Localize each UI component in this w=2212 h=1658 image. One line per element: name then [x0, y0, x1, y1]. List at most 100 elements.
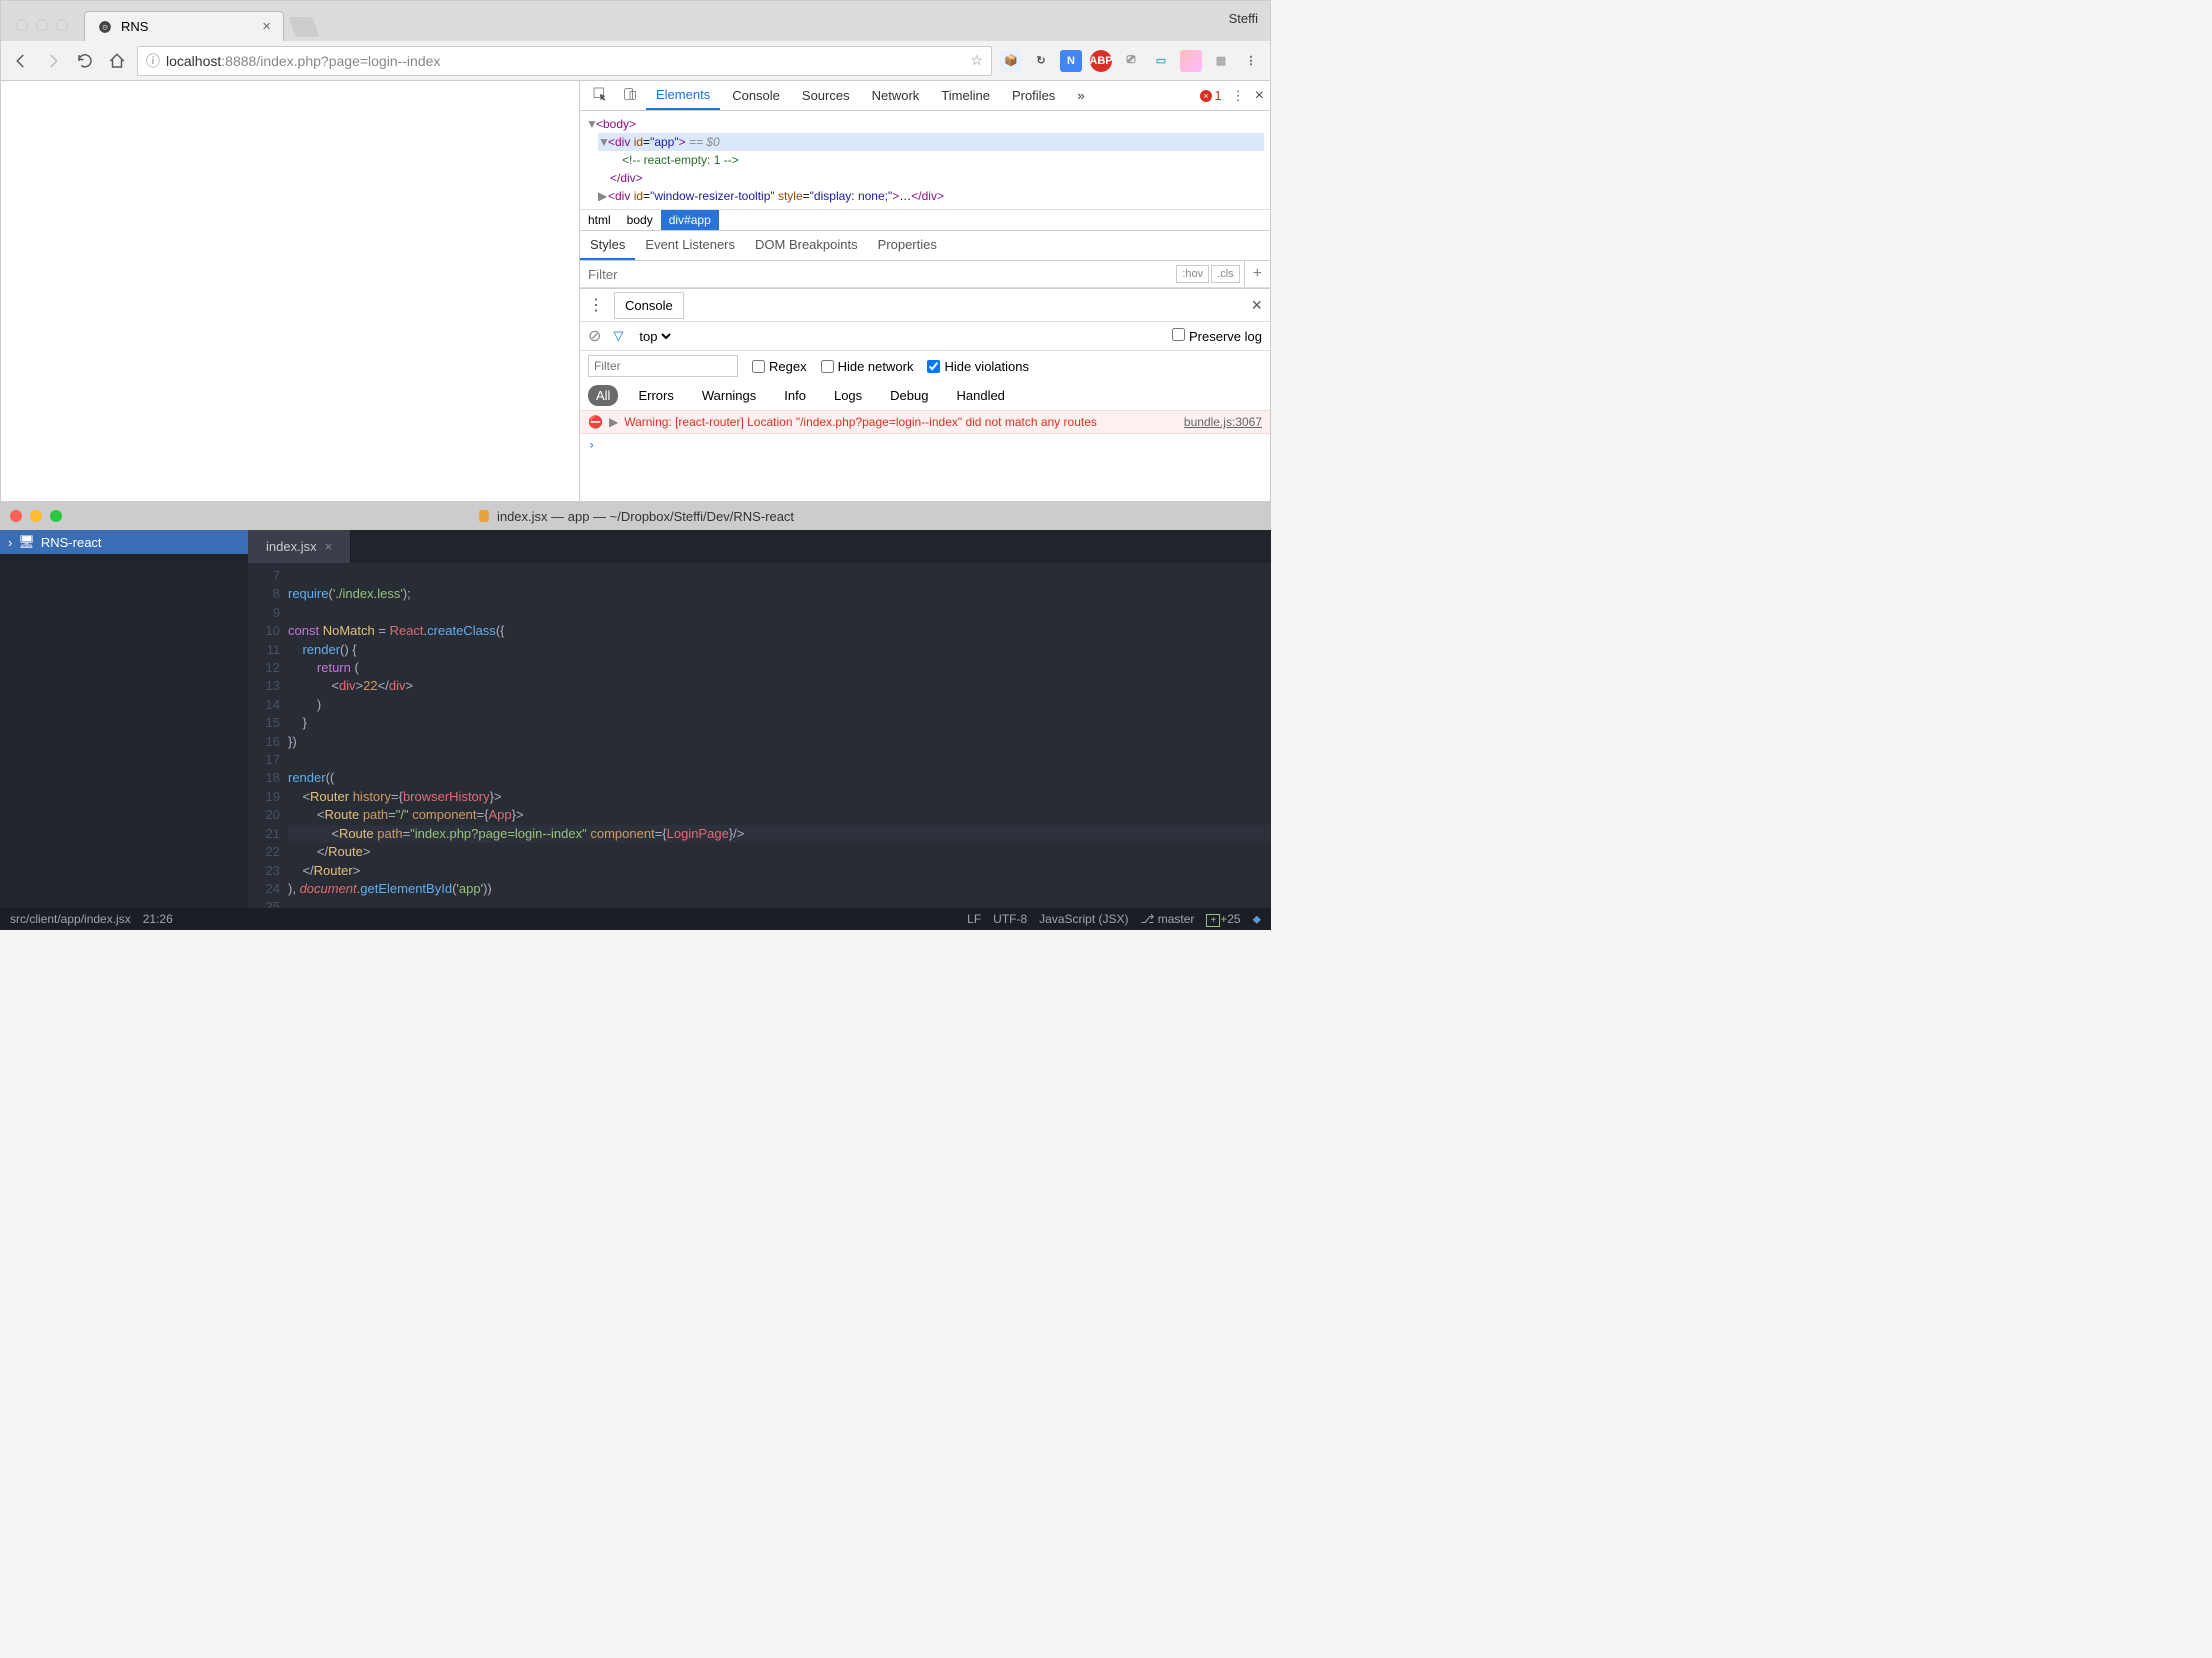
pill-logs[interactable]: Logs	[826, 385, 870, 406]
tab-properties[interactable]: Properties	[868, 231, 947, 260]
code-lines[interactable]: require('./index.less'); const NoMatch =…	[288, 563, 1271, 908]
favicon-icon: ⊙	[97, 19, 113, 35]
tab-timeline[interactable]: Timeline	[931, 82, 1000, 109]
error-source-link[interactable]: bundle.js:3067	[1184, 415, 1262, 429]
maximize-window-icon[interactable]	[50, 510, 62, 522]
console-menu-icon[interactable]: ⋮	[588, 295, 604, 315]
console-prompt[interactable]: ›	[580, 434, 1270, 456]
pill-handled[interactable]: Handled	[948, 385, 1012, 406]
styles-filter-row: :hov .cls +	[580, 261, 1270, 288]
editor-tab[interactable]: index.jsx ×	[248, 530, 351, 563]
error-count-badge[interactable]: × 1	[1200, 88, 1221, 103]
cast-icon[interactable]: ⎚	[1120, 50, 1142, 72]
extension-icon[interactable]: 📦	[1000, 50, 1022, 72]
status-language-mode[interactable]: JavaScript (JSX)	[1039, 912, 1128, 926]
address-bar[interactable]: ⓘ localhost:8888/index.php?page=login--i…	[137, 46, 992, 76]
editor-titlebar: index.jsx — app — ~/Dropbox/Steffi/Dev/R…	[0, 502, 1271, 530]
clear-console-icon[interactable]: ⊘	[588, 326, 601, 346]
error-icon: ⛔	[588, 415, 603, 429]
console-error-row[interactable]: ⛔ ▶ Warning: [react-router] Location "/i…	[580, 410, 1270, 434]
breadcrumb-item[interactable]: html	[580, 210, 619, 230]
hide-network-checkbox[interactable]: Hide network	[821, 359, 914, 374]
breadcrumb-item[interactable]: body	[619, 210, 661, 230]
editor-window: index.jsx — app — ~/Dropbox/Steffi/Dev/R…	[0, 502, 1271, 930]
tab-styles[interactable]: Styles	[580, 231, 635, 260]
code-area[interactable]: 78910111213141516171819202122232425 requ…	[248, 563, 1271, 908]
filter-icon[interactable]: ▽	[613, 328, 623, 344]
git-branch[interactable]: ⎇ master	[1141, 912, 1195, 926]
extension-icon[interactable]: ↻	[1030, 50, 1052, 72]
dom-tree[interactable]: ▼<body> ▼<div id="app"> == $0 <!-- react…	[580, 111, 1270, 209]
editor-tabs: index.jsx ×	[248, 530, 1271, 563]
inspect-element-icon[interactable]	[586, 86, 614, 105]
breadcrumb-item[interactable]: div#app	[661, 210, 719, 230]
devtools-settings-icon[interactable]: ⋮	[1232, 88, 1245, 104]
add-style-button[interactable]: +	[1244, 261, 1270, 287]
home-button[interactable]	[105, 49, 129, 73]
styles-filter-input[interactable]	[580, 262, 1172, 287]
tab-profiles[interactable]: Profiles	[1002, 82, 1065, 109]
console-filter-input[interactable]	[588, 355, 738, 377]
forward-button[interactable]	[41, 49, 65, 73]
status-cursor-pos[interactable]: 21:26	[143, 912, 173, 926]
context-select[interactable]: top	[635, 328, 674, 345]
pill-debug[interactable]: Debug	[882, 385, 936, 406]
hide-violations-checkbox[interactable]: Hide violations	[927, 359, 1029, 374]
reload-button[interactable]	[73, 49, 97, 73]
preserve-log-checkbox[interactable]: Preserve log	[1172, 328, 1262, 344]
editor-sidebar[interactable]: › 🖥 RNS-react	[0, 530, 248, 908]
regex-checkbox[interactable]: Regex	[752, 359, 807, 374]
status-line-ending[interactable]: LF	[967, 912, 981, 926]
back-button[interactable]	[9, 49, 33, 73]
tab-network[interactable]: Network	[862, 82, 930, 109]
device-toggle-icon[interactable]	[616, 86, 644, 105]
chrome-menu-icon[interactable]: ⋮	[1240, 50, 1262, 72]
maximize-window-icon[interactable]	[56, 19, 68, 31]
console-drawer-tab[interactable]: Console	[614, 292, 684, 319]
extension-icon[interactable]	[1180, 50, 1202, 72]
tab-event-listeners[interactable]: Event Listeners	[635, 231, 745, 260]
svg-text:×: ×	[1204, 91, 1209, 101]
status-icon[interactable]: ⬥	[1253, 912, 1261, 927]
minimize-window-icon[interactable]	[36, 19, 48, 31]
dom-breadcrumb[interactable]: html body div#app	[580, 209, 1270, 231]
new-tab-button[interactable]	[288, 17, 319, 37]
tab-more-icon[interactable]: »	[1067, 82, 1094, 109]
mac-traffic-lights	[10, 510, 62, 522]
pill-all[interactable]: All	[588, 385, 618, 406]
expand-arrow-icon[interactable]: ▶	[609, 415, 618, 429]
tab-dom-breakpoints[interactable]: DOM Breakpoints	[745, 231, 868, 260]
tab-elements[interactable]: Elements	[646, 81, 720, 110]
abp-extension-icon[interactable]: ABP	[1090, 50, 1112, 72]
browser-tab[interactable]: ⊙ RNS ×	[84, 11, 284, 41]
git-changes[interactable]: ++25	[1206, 912, 1240, 926]
devtools-close-icon[interactable]: ×	[1255, 87, 1264, 105]
pill-errors[interactable]: Errors	[630, 385, 681, 406]
profile-label[interactable]: Steffi	[1229, 11, 1258, 26]
tab-console[interactable]: Console	[722, 82, 790, 109]
devtools-panel: Elements Console Sources Network Timelin…	[579, 81, 1270, 501]
close-window-icon[interactable]	[10, 510, 22, 522]
chrome-titlebar: ⊙ RNS × Steffi	[1, 1, 1270, 41]
bookmark-star-icon[interactable]: ☆	[970, 52, 983, 69]
minimize-window-icon[interactable]	[30, 510, 42, 522]
git-branch-icon: ⎇	[1141, 912, 1155, 926]
extension-icon[interactable]: ▭	[1150, 50, 1172, 72]
close-tab-icon[interactable]: ×	[262, 18, 271, 35]
close-window-icon[interactable]	[16, 19, 28, 31]
extension-icon[interactable]: ▩	[1210, 50, 1232, 72]
svg-text:⊙: ⊙	[102, 24, 108, 31]
cls-toggle[interactable]: .cls	[1211, 265, 1240, 283]
pill-warnings[interactable]: Warnings	[694, 385, 764, 406]
close-tab-icon[interactable]: ×	[325, 539, 333, 554]
status-encoding[interactable]: UTF-8	[993, 912, 1027, 926]
status-file-path[interactable]: src/client/app/index.jsx	[10, 912, 131, 926]
pill-info[interactable]: Info	[776, 385, 814, 406]
hov-toggle[interactable]: :hov	[1176, 265, 1209, 283]
project-root[interactable]: › 🖥 RNS-react	[0, 530, 248, 554]
console-close-icon[interactable]: ×	[1251, 295, 1262, 316]
tab-sources[interactable]: Sources	[792, 82, 860, 109]
tab-label: index.jsx	[266, 539, 317, 554]
site-info-icon[interactable]: ⓘ	[146, 51, 160, 71]
extension-icon[interactable]: N	[1060, 50, 1082, 72]
